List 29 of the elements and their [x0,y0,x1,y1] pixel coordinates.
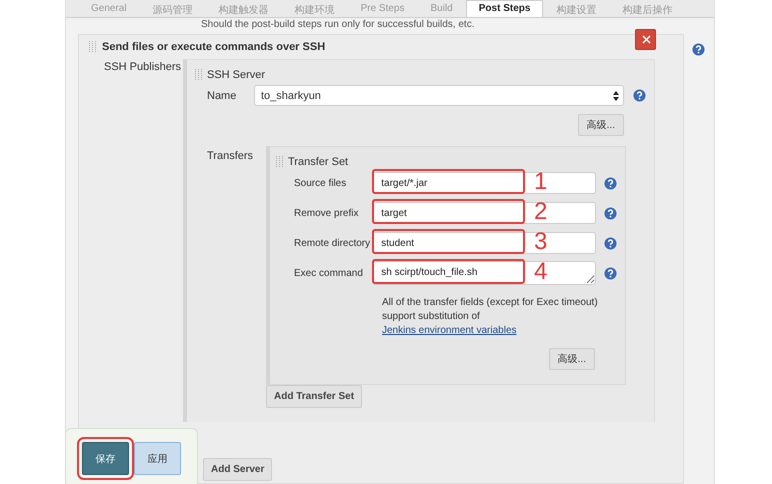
field-label: Name [206,90,238,102]
advanced-button[interactable]: 高级... [548,348,595,370]
help-text: All of the transfer fields (except for Exec timeout) support substitution of Jenkins environment variables [382,296,599,338]
add-server-button[interactable]: Add Server [203,458,272,481]
field-label: Transfers [206,149,254,164]
advanced-button[interactable]: 高级... [578,114,624,136]
close-icon[interactable] [635,29,656,50]
field-label: Source files [293,178,348,188]
panel-title: SSH Server [207,69,266,81]
field-label: SSH Publishers [103,60,182,75]
sort-arrows-icon [613,90,619,100]
hint-text: Should the post-build steps run only for successful builds, etc. [200,18,476,32]
help-icon[interactable] [692,43,705,56]
help-icon[interactable] [604,206,617,220]
panel-title: Transfer Set [288,156,348,168]
section-title: Send files or execute commands over SSH [102,41,326,53]
name-select[interactable]: to_sharkyun [254,85,624,106]
apply-button[interactable]: 应用 [134,442,181,475]
field-label: Remote directory [293,238,372,248]
help-icon[interactable] [604,176,617,190]
annotation-number: 4 [534,258,548,286]
jenkins-variables-link[interactable]: Jenkins environment variables [382,325,517,336]
tab[interactable]: Post Steps [466,0,544,17]
field-label: Exec command [293,268,364,278]
add-transfer-set-button[interactable]: Add Transfer Set [266,385,362,408]
help-icon[interactable] [604,266,617,280]
field-label: Remove prefix [293,208,360,218]
help-icon[interactable] [632,89,646,102]
help-icon[interactable] [604,236,617,250]
